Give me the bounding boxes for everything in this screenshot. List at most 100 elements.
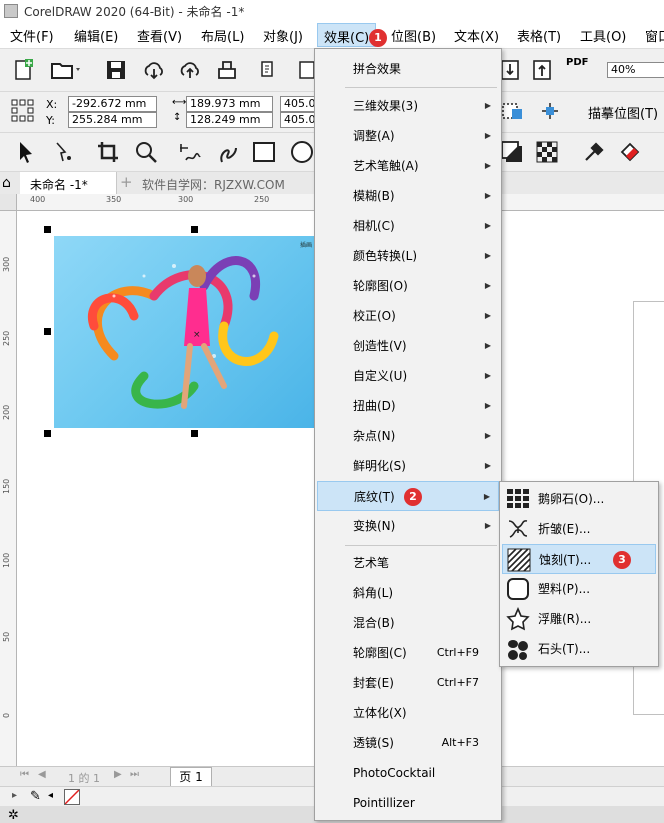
palette-arrow-icon[interactable]: ◂ (48, 790, 53, 801)
save-icon[interactable] (104, 58, 128, 82)
cut-icon[interactable] (258, 58, 282, 82)
ruler-tick-label: 300 (178, 195, 194, 204)
menu-view[interactable]: 查看(V) (137, 26, 182, 45)
submenu-item-plastic[interactable]: 塑料(P)... (502, 574, 656, 604)
center-marker[interactable]: × (193, 330, 201, 340)
pick-tool-icon[interactable] (14, 140, 38, 164)
menu-item-blur[interactable]: 模糊(B) ▶ (317, 181, 499, 211)
menu-item-sharpen[interactable]: 鲜明化(S) ▶ (317, 451, 499, 481)
document-tab[interactable]: 未命名 -1* (20, 172, 117, 194)
transparency-tool-icon[interactable] (535, 140, 559, 164)
menu-effects[interactable]: 效果(C) (317, 23, 377, 47)
eyedropper-tool-icon[interactable] (582, 140, 606, 164)
menu-item-texture[interactable]: 底纹(T) ▶ 2 (317, 481, 499, 511)
home-icon[interactable]: ⌂ (2, 175, 11, 191)
x-position-field[interactable]: -292.672 mm (68, 96, 157, 112)
menu-object[interactable]: 对象(J) (263, 26, 303, 45)
selection-handle[interactable] (191, 226, 198, 233)
selection-handle[interactable] (44, 430, 51, 437)
app-icon (4, 4, 18, 18)
submenu-item-relief[interactable]: 浮雕(R)... (502, 604, 656, 634)
reference-point-icon[interactable] (10, 98, 34, 122)
menu-item-contour[interactable]: 轮廓图(O) ▶ (317, 271, 499, 301)
menu-window[interactable]: 窗口 (645, 26, 664, 45)
export-icon[interactable] (530, 58, 554, 82)
drop-shadow-tool-icon[interactable] (500, 140, 524, 164)
width-field[interactable]: 189.973 mm (186, 96, 273, 112)
last-page-icon[interactable]: ⏭ (130, 769, 139, 780)
menu-item-envelope[interactable]: 封套(E) Ctrl+F7 (317, 668, 499, 698)
menu-item-transform[interactable]: 变换(N) ▶ (317, 511, 499, 541)
bitmap-image[interactable]: 插画 (54, 236, 314, 428)
menu-file[interactable]: 文件(F) (10, 26, 54, 45)
menu-item-color-transform[interactable]: 颜色转换(L) ▶ (317, 241, 499, 271)
menu-item-custom[interactable]: 自定义(U) ▶ (317, 361, 499, 391)
y-position-field[interactable]: 255.284 mm (68, 112, 157, 128)
first-page-icon[interactable]: ⏮ (20, 769, 29, 780)
menu-item-creative[interactable]: 创造性(V) ▶ (317, 331, 499, 361)
height-field[interactable]: 128.249 mm (186, 112, 273, 128)
selection-handle[interactable] (191, 430, 198, 437)
add-tab-button[interactable]: + (120, 173, 133, 191)
publish-pdf-button[interactable]: PDF (566, 57, 588, 68)
menu-item-artistic-media[interactable]: 艺术笔 (317, 548, 499, 578)
zoom-level-field[interactable]: 40% (607, 62, 664, 78)
menu-item-photococktail[interactable]: PhotoCocktail (317, 758, 499, 788)
submenu-item-etching[interactable]: 蚀刻(T)... 3 (502, 544, 656, 574)
menu-item-contour-effect[interactable]: 轮廓图(C) Ctrl+F9 (317, 638, 499, 668)
menu-item-adjust[interactable]: 调整(A) ▶ (317, 121, 499, 151)
elephant-skin-icon (508, 520, 528, 538)
menu-text[interactable]: 文本(X) (454, 26, 499, 45)
menu-item-bevel[interactable]: 斜角(L) (317, 578, 499, 608)
menu-item-art-strokes[interactable]: 艺术笔触(A) ▶ (317, 151, 499, 181)
edit-bitmap-icon[interactable] (500, 99, 524, 123)
ruler-corner[interactable] (0, 194, 17, 211)
menu-tools[interactable]: 工具(O) (580, 26, 626, 45)
menu-item-blend[interactable]: 混合(B) (317, 608, 499, 638)
selection-handle[interactable] (44, 226, 51, 233)
interactive-fill-tool-icon[interactable] (618, 140, 642, 164)
menu-layout[interactable]: 布局(L) (201, 26, 244, 45)
menu-item-noise[interactable]: 杂点(N) ▶ (317, 421, 499, 451)
freehand-tool-icon[interactable] (178, 140, 202, 164)
menu-item-3d-effects[interactable]: 三维效果(3) ▶ (317, 91, 499, 121)
submenu-item-elephant-skin[interactable]: 折皱(E)... (502, 514, 656, 544)
menu-item-camera[interactable]: 相机(C) ▶ (317, 211, 499, 241)
zoom-tool-icon[interactable] (134, 140, 158, 164)
ellipse-tool-icon[interactable] (288, 140, 313, 164)
crop-bitmap-icon[interactable] (538, 99, 562, 123)
menu-item-flatten-effect[interactable]: 拼合效果 (317, 54, 499, 84)
menu-item-pointillizer[interactable]: Pointillizer (317, 788, 499, 818)
submenu-item-cobblestone[interactable]: 鹅卵石(O)... (502, 484, 656, 514)
eyedropper-icon[interactable]: ✎ (30, 789, 41, 804)
scale-height-field[interactable]: 405.0 (280, 112, 317, 128)
crop-tool-icon[interactable] (96, 140, 120, 164)
menu-edit[interactable]: 编辑(E) (74, 26, 118, 45)
artistic-media-tool-icon[interactable] (216, 140, 240, 164)
menu-table[interactable]: 表格(T) (517, 26, 561, 45)
cloud-upload-icon[interactable] (178, 58, 202, 82)
menu-item-lens[interactable]: 透镜(S) Alt+F3 (317, 728, 499, 758)
previous-page-icon[interactable]: ◀ (38, 769, 46, 780)
print-icon[interactable] (215, 58, 239, 82)
menu-item-extrude[interactable]: 立体化(X) (317, 698, 499, 728)
vertical-ruler[interactable]: 300 250 200 150 100 50 0 (0, 194, 17, 766)
trace-bitmap-button[interactable]: 描摹位图(T) (588, 103, 658, 122)
new-document-icon[interactable] (12, 58, 36, 82)
settings-gear-icon[interactable]: ✲ (8, 808, 19, 823)
selection-handle[interactable] (44, 328, 51, 335)
shape-tool-icon[interactable] (52, 140, 76, 164)
no-color-swatch[interactable] (64, 789, 80, 805)
plastic-icon (507, 578, 529, 600)
menu-bitmaps[interactable]: 位图(B) (391, 26, 436, 45)
cloud-download-icon[interactable] (142, 58, 166, 82)
palette-scroll-icon[interactable]: ▸ (12, 790, 17, 801)
submenu-item-stone[interactable]: 石头(T)... (502, 634, 656, 664)
menu-item-correction[interactable]: 校正(O) ▶ (317, 301, 499, 331)
scale-width-field[interactable]: 405.0 (280, 96, 317, 112)
rectangle-tool-icon[interactable] (252, 140, 276, 164)
page-tab[interactable]: 页 1 (170, 767, 212, 787)
next-page-icon[interactable]: ▶ (114, 769, 122, 780)
menu-item-distort[interactable]: 扭曲(D) ▶ (317, 391, 499, 421)
open-folder-icon[interactable] (50, 58, 80, 82)
